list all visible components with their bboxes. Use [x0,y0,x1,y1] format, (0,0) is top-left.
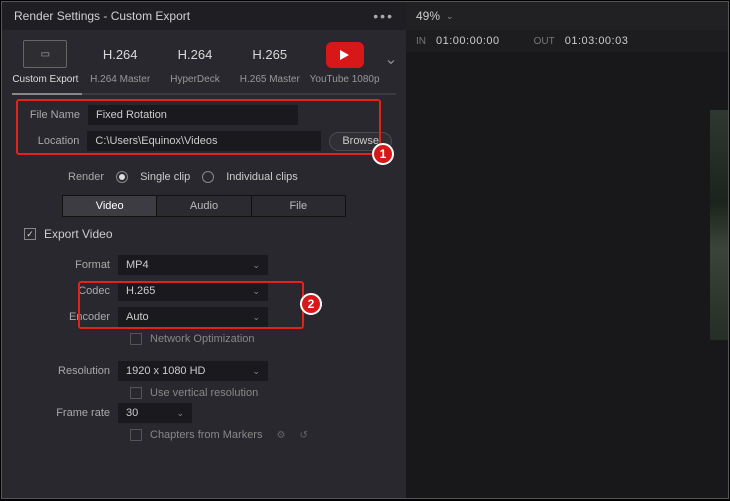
film-icon: ▭ [23,40,67,68]
codec-select[interactable]: H.265⌄ [118,281,268,301]
timecode-out[interactable]: 01:03:00:03 [565,35,629,47]
render-settings-panel: Render Settings - Custom Export ••• ▭ Cu… [2,2,406,498]
resolution-select[interactable]: 1920 x 1080 HD⌄ [118,361,268,381]
video-thumbnail [710,110,728,340]
encoder-select[interactable]: Auto⌄ [118,307,268,327]
chevron-down-icon[interactable]: ⌄ [446,11,454,22]
export-video-checkbox[interactable] [24,228,36,240]
filename-input[interactable] [88,105,298,125]
resolution-label: Resolution [16,365,110,377]
render-label: Render [68,171,104,183]
preset-youtube[interactable]: YouTube 1080p [307,42,382,85]
preset-row: ▭ Custom Export H.264 H.264 Master H.264… [2,30,406,89]
panel-header: Render Settings - Custom Export ••• [2,2,406,30]
annotation-callout-2: 2 [300,293,322,315]
filename-label: File Name [16,109,80,121]
zoom-level[interactable]: 49% [416,9,440,23]
panel-title: Render Settings - Custom Export [14,9,190,23]
preset-h265-master[interactable]: H.265 H.265 Master [232,40,307,85]
vertical-resolution-checkbox[interactable] [130,387,142,399]
chevron-down-icon: ⌄ [252,286,260,297]
gear-icon[interactable]: ⚙ [276,430,285,441]
network-optimization-checkbox[interactable] [130,333,142,345]
location-input[interactable] [87,131,321,151]
reset-icon[interactable]: ↺ [299,430,307,441]
video-preview[interactable] [406,52,728,498]
chevron-down-icon: ⌄ [252,312,260,323]
tab-file[interactable]: File [252,196,345,216]
preview-panel: 49% ⌄ IN 01:00:00:00 OUT 01:03:00:03 [406,2,728,498]
framerate-select[interactable]: 30⌄ [118,403,192,423]
radio-single-clip[interactable] [116,171,128,183]
preset-chevron-icon[interactable]: ⌄ [382,49,400,85]
annotation-callout-1: 1 [372,143,394,165]
settings-tabs: Video Audio File [62,195,346,217]
timecode-in[interactable]: 01:00:00:00 [436,35,500,47]
chevron-down-icon: ⌄ [176,408,184,419]
chevron-down-icon: ⌄ [252,260,260,271]
encoder-label: Encoder [16,311,110,323]
format-select[interactable]: MP4⌄ [118,255,268,275]
tab-video[interactable]: Video [63,196,157,216]
youtube-icon [326,42,364,68]
preset-h264-master[interactable]: H.264 H.264 Master [83,40,158,85]
radio-individual-clips[interactable] [202,171,214,183]
location-label: Location [16,135,79,147]
format-label: Format [16,259,110,271]
preset-custom-export[interactable]: ▭ Custom Export [8,40,83,85]
codec-label: Codec [16,285,110,297]
preset-hyperdeck[interactable]: H.264 HyperDeck [158,40,233,85]
more-options-icon[interactable]: ••• [373,8,394,24]
tab-audio[interactable]: Audio [157,196,251,216]
chapters-checkbox[interactable] [130,429,142,441]
timecode-row: IN 01:00:00:00 OUT 01:03:00:03 [406,30,728,52]
chevron-down-icon: ⌄ [252,366,260,377]
framerate-label: Frame rate [16,407,110,419]
preview-header: 49% ⌄ [406,2,728,30]
